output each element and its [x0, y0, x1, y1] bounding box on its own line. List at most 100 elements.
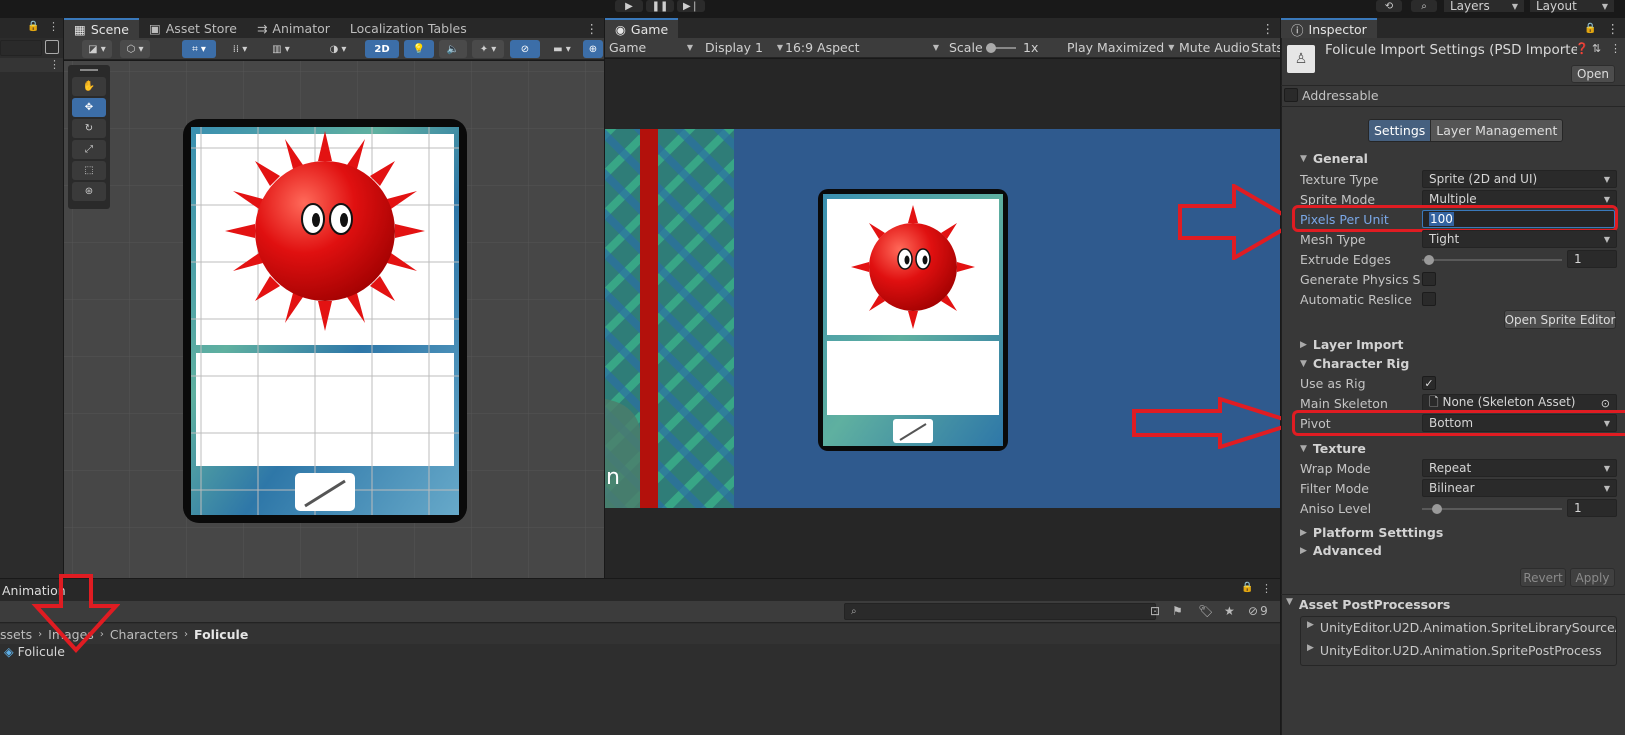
section-layer-import[interactable]: ▶ Layer Import: [1300, 337, 1403, 352]
tab-game[interactable]: ◉ Game: [605, 18, 679, 38]
camera-icon[interactable]: ▬ ▾: [545, 40, 579, 58]
orientation-icon[interactable]: ◑ ▾: [322, 40, 354, 58]
aniso-level-slider[interactable]: [1422, 504, 1562, 514]
chevron-right-icon: ›: [184, 628, 189, 640]
draw-mode-icon[interactable]: ◪ ▾: [82, 40, 112, 58]
list-item[interactable]: ▶ UnityEditor.U2D.Animation.SpritePostPro…: [1307, 643, 1602, 658]
play-button[interactable]: ▶: [615, 0, 643, 12]
use-as-rig-checkbox[interactable]: ✓: [1422, 376, 1436, 390]
scene-viewport[interactable]: ✋ ✥ ↻ ⤢ ⬚ ⊛: [64, 61, 604, 578]
scale-tool-icon[interactable]: ⤢: [72, 140, 106, 159]
grid-visibility-icon[interactable]: ▥ ▾: [264, 40, 298, 58]
transform-tool-icon[interactable]: ⊛: [72, 182, 106, 201]
history-icon[interactable]: ⟲: [1376, 0, 1402, 12]
filter-mode-dropdown[interactable]: Bilinear ▼: [1422, 479, 1617, 497]
chevron-down-icon: ▼: [1603, 174, 1610, 184]
tab-scene[interactable]: ▦ Scene: [64, 18, 139, 38]
section-texture[interactable]: ▼ Texture: [1300, 441, 1366, 456]
apply-button[interactable]: Apply: [1570, 568, 1615, 587]
lock-icon[interactable]: 🔒: [1580, 18, 1600, 38]
hidden-count[interactable]: ⊘ 9: [1248, 604, 1268, 618]
more-menu-icon[interactable]: ⋮: [1256, 18, 1281, 38]
extrude-edges-slider[interactable]: [1422, 255, 1562, 265]
section-asset-postprocessors[interactable]: ▼ Asset PostProcessors: [1286, 597, 1450, 612]
section-platform-settings[interactable]: ▶ Platform Setttings: [1300, 525, 1443, 540]
scene-visibility-icon[interactable]: ⊘: [510, 40, 540, 58]
chevron-down-icon: ▼: [1286, 597, 1293, 607]
search-icon[interactable]: ⌕: [1411, 0, 1437, 12]
folicule-card-sprite[interactable]: [180, 116, 480, 526]
hierarchy-search-input[interactable]: [0, 40, 42, 56]
scene-grid-icon: ▦: [74, 21, 86, 37]
stats-button[interactable]: Stats: [1251, 40, 1280, 55]
open-button[interactable]: Open: [1571, 65, 1615, 83]
move-tool-icon[interactable]: ✥: [72, 98, 106, 117]
aniso-level-field[interactable]: 1: [1567, 499, 1617, 517]
list-item[interactable]: ▶ UnityEditor.U2D.Animation.SpriteLibrary…: [1307, 620, 1616, 635]
help-icon[interactable]: ❓: [1575, 42, 1589, 55]
section-general[interactable]: ▼ General: [1300, 151, 1368, 166]
revert-button[interactable]: Revert: [1520, 568, 1566, 587]
game-partial-text: n: [606, 465, 620, 490]
generate-physics-shape-checkbox[interactable]: [1422, 272, 1436, 286]
audio-icon[interactable]: 🔈: [439, 40, 467, 58]
pause-button[interactable]: ❚❚: [646, 0, 674, 12]
tab-settings[interactable]: Settings: [1369, 120, 1431, 141]
search-by-type-icon[interactable]: ⊡: [1150, 604, 1160, 618]
chevron-right-icon: ▶: [1307, 620, 1314, 630]
effects-icon[interactable]: ✦ ▾: [472, 40, 504, 58]
mute-audio-button[interactable]: Mute Audio: [1179, 40, 1250, 55]
search-filter-icon[interactable]: [45, 40, 59, 54]
toggle-2d-button[interactable]: 2D: [365, 40, 399, 58]
lock-icon[interactable]: 🔒: [27, 21, 39, 32]
tab-inspector[interactable]: ⓘ Inspector: [1281, 18, 1377, 38]
tab-layer-management[interactable]: Layer Management: [1430, 120, 1563, 141]
step-button[interactable]: ▶❘: [677, 0, 705, 12]
section-character-rig[interactable]: ▼ Character Rig: [1300, 356, 1409, 371]
texture-type-dropdown[interactable]: Sprite (2D and UI) ▼: [1422, 170, 1617, 188]
mesh-type-dropdown[interactable]: Tight ▼: [1422, 230, 1617, 248]
drag-handle[interactable]: [80, 69, 98, 71]
preset-icon[interactable]: ⇅: [1592, 42, 1601, 55]
lighting-icon[interactable]: 💡: [404, 40, 434, 58]
more-menu-icon[interactable]: ⋮: [580, 18, 605, 38]
tab-animator[interactable]: ⇉ Animator: [247, 18, 340, 38]
display-dropdown[interactable]: Display 1 ▼: [705, 40, 783, 55]
breadcrumb-item[interactable]: Folicule: [194, 627, 248, 642]
rect-tool-icon[interactable]: ⬚: [72, 161, 106, 180]
object-picker-icon[interactable]: ⊙: [1601, 397, 1610, 410]
view-mode-dropdown[interactable]: Game ▼: [609, 40, 693, 55]
automatic-reslice-checkbox[interactable]: [1422, 292, 1436, 306]
lock-icon[interactable]: 🔒: [1241, 582, 1253, 593]
more-menu-icon[interactable]: ⋮: [1601, 18, 1625, 38]
wrap-mode-dropdown[interactable]: Repeat ▼: [1422, 459, 1617, 477]
aspect-dropdown[interactable]: 16:9 Aspect ▼: [785, 40, 939, 55]
more-menu-icon[interactable]: ⋮: [1610, 42, 1621, 55]
more-menu-icon[interactable]: ⋮: [48, 20, 59, 33]
gizmos-icon[interactable]: ⊕: [583, 40, 603, 58]
more-menu-icon[interactable]: ⋮: [49, 58, 60, 71]
favorite-icon[interactable]: ★: [1224, 604, 1235, 618]
play-mode-dropdown[interactable]: Play Maximized ▼: [1067, 40, 1174, 55]
breadcrumb-item[interactable]: Characters: [110, 627, 178, 642]
scale-slider[interactable]: [986, 43, 1016, 53]
open-sprite-editor-button[interactable]: Open Sprite Editor: [1504, 310, 1616, 329]
tab-localization-tables[interactable]: Localization Tables: [340, 18, 477, 38]
more-menu-icon[interactable]: ⋮: [1261, 582, 1272, 595]
snap-increment-icon[interactable]: ⁞⁞ ▾: [224, 40, 256, 58]
filter-icon[interactable]: ⚑: [1172, 604, 1183, 618]
rotate-tool-icon[interactable]: ↻: [72, 119, 106, 138]
extrude-edges-field[interactable]: 1: [1567, 250, 1617, 268]
shading-icon[interactable]: ⬡ ▾: [120, 40, 150, 58]
label-icon[interactable]: 🏷: [1198, 604, 1213, 618]
chevron-right-icon: ▶: [1300, 339, 1307, 350]
addressable-checkbox[interactable]: [1284, 88, 1298, 102]
section-advanced[interactable]: ▶ Advanced: [1300, 543, 1382, 558]
layers-dropdown[interactable]: Layers ▼: [1444, 0, 1524, 13]
game-viewport[interactable]: n: [605, 59, 1280, 578]
tab-asset-store[interactable]: ▣ Asset Store: [139, 18, 247, 38]
layout-dropdown[interactable]: Layout ▼: [1530, 0, 1614, 13]
search-input[interactable]: ⌕: [844, 603, 1156, 620]
grid-snap-icon[interactable]: ⌗ ▾: [182, 40, 216, 58]
hand-tool-icon[interactable]: ✋: [72, 77, 106, 96]
